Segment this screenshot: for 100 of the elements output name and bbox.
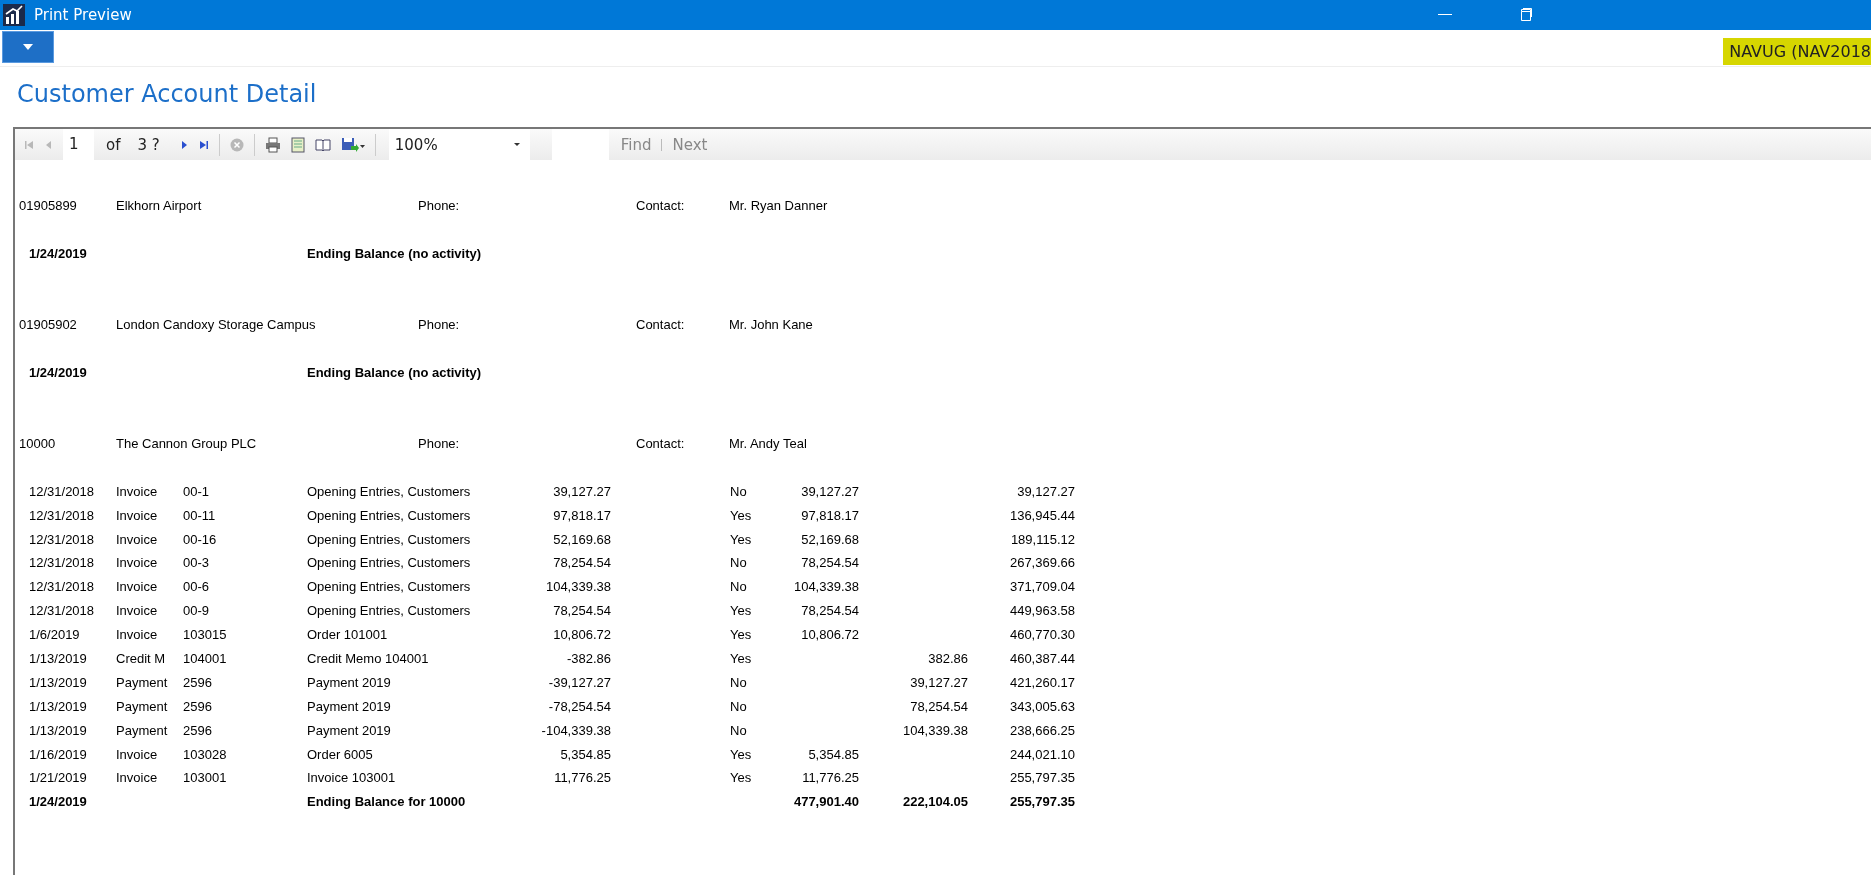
entry-description: Order 6005 xyxy=(307,745,373,764)
open-status-text: Yes xyxy=(730,769,752,788)
page-layout-icon[interactable] xyxy=(290,136,305,153)
running-balance: 371,709.04 xyxy=(1009,578,1075,597)
caret-icon xyxy=(513,143,520,146)
document-type: Credit M xyxy=(116,650,166,668)
running-balance: 460,770.30 xyxy=(1009,626,1075,645)
open-status-text: Yes xyxy=(730,745,752,764)
phone-label: Phone: xyxy=(418,197,460,215)
posting-date: 1/13/2019 xyxy=(29,697,87,716)
ending-balance-label: Ending Balance (no activity) xyxy=(307,245,482,263)
document-type: Invoice xyxy=(116,482,158,501)
running-balance: 267,369.66 xyxy=(1009,554,1075,573)
entry-description: Invoice 103001 xyxy=(307,769,396,788)
last-page-button[interactable] xyxy=(198,139,209,150)
restore-icon[interactable] xyxy=(1518,8,1532,22)
customer-number: 01905899 xyxy=(19,197,77,215)
ending-date: 1/24/2019 xyxy=(29,363,87,382)
running-balance: 255,797.35 xyxy=(1009,769,1075,788)
entry-amount: -104,339.38 xyxy=(541,721,611,740)
document-number: 00-9 xyxy=(183,602,210,621)
window-title: Print Preview xyxy=(34,6,132,24)
debit-amount: 78,254.54 xyxy=(801,554,859,573)
document-type: Invoice xyxy=(116,745,158,764)
balance-total: 255,797.35 xyxy=(1009,793,1075,812)
company-badge: NAVUG (NAV2018 xyxy=(1723,38,1871,65)
contact-label: Contact: xyxy=(636,434,685,453)
credit-total: 222,104.05 xyxy=(902,793,968,812)
entry-amount: -39,127.27 xyxy=(548,673,611,692)
credit-amount: 382.86 xyxy=(928,650,968,668)
open-status-text: Yes xyxy=(730,506,752,525)
phone-label: Phone: xyxy=(418,434,460,453)
document-number: 2596 xyxy=(183,697,212,716)
document-type: Invoice xyxy=(116,769,158,788)
entry-description: Payment 2019 xyxy=(307,673,391,692)
entry-amount: 104,339.38 xyxy=(545,578,611,597)
document-type: Payment xyxy=(116,673,168,692)
entry-amount: 10,806.72 xyxy=(553,626,611,645)
credit-amount: 104,339.38 xyxy=(902,721,968,740)
save-export-button[interactable] xyxy=(340,136,365,153)
document-type: Payment xyxy=(116,721,168,740)
report-title: Customer Account Detail xyxy=(16,79,318,110)
document-type: Invoice xyxy=(116,554,158,573)
debit-total: 477,901.40 xyxy=(793,793,859,812)
posting-date: 12/31/2018 xyxy=(29,506,95,525)
posting-date: 12/31/2018 xyxy=(29,602,95,621)
running-balance: 421,260.17 xyxy=(1009,673,1075,692)
debit-amount: 5,354.85 xyxy=(808,745,859,764)
open-status-text: Yes xyxy=(730,530,752,549)
entry-amount: 97,818.17 xyxy=(553,506,611,525)
customer-name: London Candoxy Storage Campus xyxy=(116,315,316,334)
of-label: of xyxy=(106,135,121,154)
posting-date: 1/13/2019 xyxy=(29,650,87,668)
posting-date: 1/13/2019 xyxy=(29,721,87,740)
document-number: 00-3 xyxy=(183,554,210,573)
document-number: 00-16 xyxy=(183,530,217,549)
entry-amount: 78,254.54 xyxy=(553,554,611,573)
ending-balance-label: Ending Balance for 10000 xyxy=(307,793,466,812)
posting-date: 12/31/2018 xyxy=(29,554,95,573)
open-status-text: Yes xyxy=(730,626,752,645)
contact-name: Mr. Andy Teal xyxy=(729,434,807,453)
posting-date: 12/31/2018 xyxy=(29,530,95,549)
book-icon[interactable] xyxy=(314,137,331,152)
debit-amount: 39,127.27 xyxy=(801,482,859,501)
document-number: 103028 xyxy=(183,745,227,764)
posting-date: 12/31/2018 xyxy=(29,482,95,501)
entry-description: Opening Entries, Customers xyxy=(307,602,471,621)
debit-amount: 10,806.72 xyxy=(801,626,859,645)
running-balance: 39,127.27 xyxy=(1017,482,1075,501)
running-balance: 449,963.58 xyxy=(1009,602,1075,621)
zoom-dropdown[interactable]: 100% xyxy=(388,129,530,160)
entry-amount: 52,169.68 xyxy=(553,530,611,549)
document-type: Invoice xyxy=(116,530,158,549)
document-number: 2596 xyxy=(183,673,212,692)
contact-label: Contact: xyxy=(636,197,685,215)
print-icon[interactable] xyxy=(264,136,281,153)
entry-amount: 11,776.25 xyxy=(554,769,611,788)
entry-description: Order 101001 xyxy=(307,626,388,645)
minimize-icon[interactable] xyxy=(1438,14,1452,16)
posting-date: 1/13/2019 xyxy=(29,673,87,692)
posting-date: 1/16/2019 xyxy=(29,745,87,764)
open-status-text: No xyxy=(730,482,747,501)
document-number: 00-11 xyxy=(183,506,216,525)
phone-label: Phone: xyxy=(418,315,460,334)
document-number: 103001 xyxy=(183,769,227,788)
open-status-text: No xyxy=(730,554,747,573)
ending-balance-label: Ending Balance (no activity) xyxy=(307,363,482,382)
running-balance: 238,666.25 xyxy=(1009,721,1075,740)
entry-description: Payment 2019 xyxy=(307,721,391,740)
customer-number: 01905902 xyxy=(19,315,77,334)
document-type: Payment xyxy=(116,697,168,716)
contact-name: Mr. John Kane xyxy=(729,315,813,334)
document-number: 00-6 xyxy=(183,578,210,597)
open-status-text: Yes xyxy=(730,650,752,668)
document-number: 104001 xyxy=(183,650,227,668)
page-number-field[interactable]: 1 xyxy=(63,129,94,160)
ending-date: 1/24/2019 xyxy=(29,245,87,263)
find-field[interactable] xyxy=(551,129,609,160)
credit-amount: 39,127.27 xyxy=(910,673,968,692)
document-type: Invoice xyxy=(116,602,158,621)
